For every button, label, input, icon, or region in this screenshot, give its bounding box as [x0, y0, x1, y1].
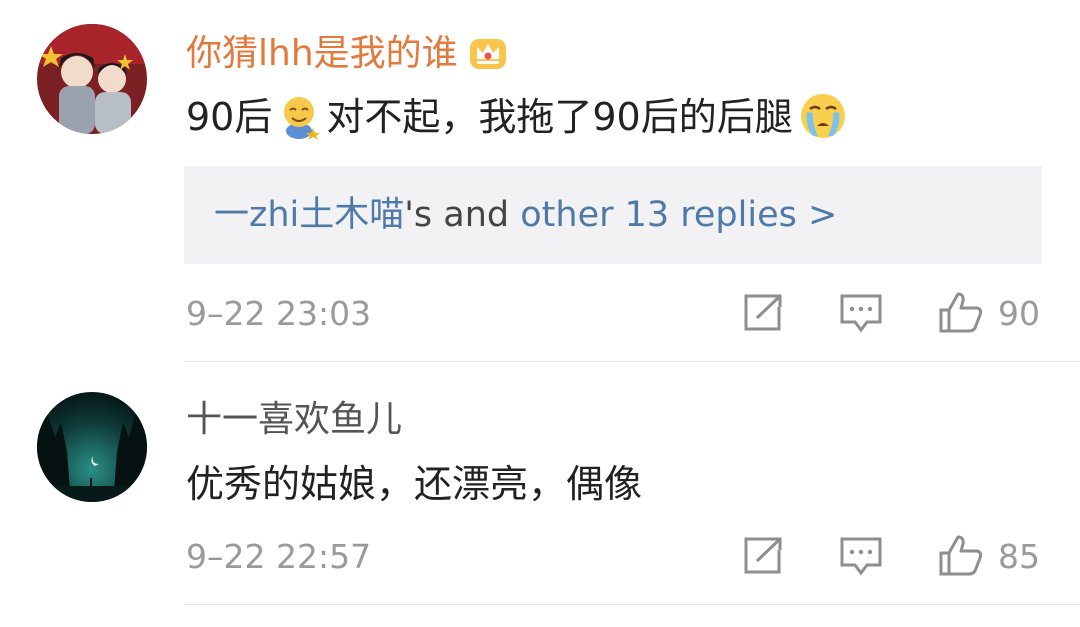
crying-face-emoji-icon — [799, 92, 847, 151]
avatar[interactable] — [37, 392, 147, 502]
avatar[interactable] — [37, 24, 147, 134]
more-replies-link[interactable]: other 13 replies > — [520, 195, 837, 235]
timestamp: 9–22 22:57 — [186, 537, 372, 576]
username[interactable]: 十一喜欢鱼儿 — [186, 398, 402, 442]
username[interactable]: 你猜lhh是我的谁 — [186, 32, 508, 82]
username-text[interactable]: 你猜lhh是我的谁 — [186, 33, 458, 74]
comment-text: 优秀的姑娘，还漂亮，偶像 — [186, 462, 643, 506]
comment-icon[interactable] — [840, 537, 882, 581]
comment-item: 你猜lhh是我的谁 90后 对不起，我拖了90后的后腿 一zhi土木喵's an… — [0, 0, 1080, 362]
share-icon[interactable] — [743, 294, 783, 336]
share-icon[interactable] — [743, 537, 783, 579]
avatar-image — [37, 24, 147, 134]
crown-icon — [468, 35, 508, 82]
like-count: 85 — [998, 537, 1040, 576]
replies-box[interactable]: 一zhi土木喵's and other 13 replies > — [184, 166, 1042, 264]
timestamp: 9–22 23:03 — [186, 294, 372, 333]
like-icon[interactable] — [938, 290, 984, 338]
like-count: 90 — [998, 294, 1040, 333]
divider — [184, 604, 1080, 605]
comment-icon[interactable] — [840, 294, 882, 338]
sweating-smile-emoji-icon — [278, 94, 321, 151]
comment-item: 十一喜欢鱼儿 优秀的姑娘，还漂亮，偶像 9–22 22:57 85 — [0, 362, 1080, 627]
avatar-image — [37, 392, 147, 502]
like-icon[interactable] — [938, 533, 984, 581]
replier-name[interactable]: 一zhi土木喵 — [214, 195, 404, 235]
replies-link[interactable]: 一zhi土木喵's and other 13 replies > — [214, 193, 837, 237]
comment-text: 90后 对不起，我拖了90后的后腿 — [186, 92, 853, 151]
